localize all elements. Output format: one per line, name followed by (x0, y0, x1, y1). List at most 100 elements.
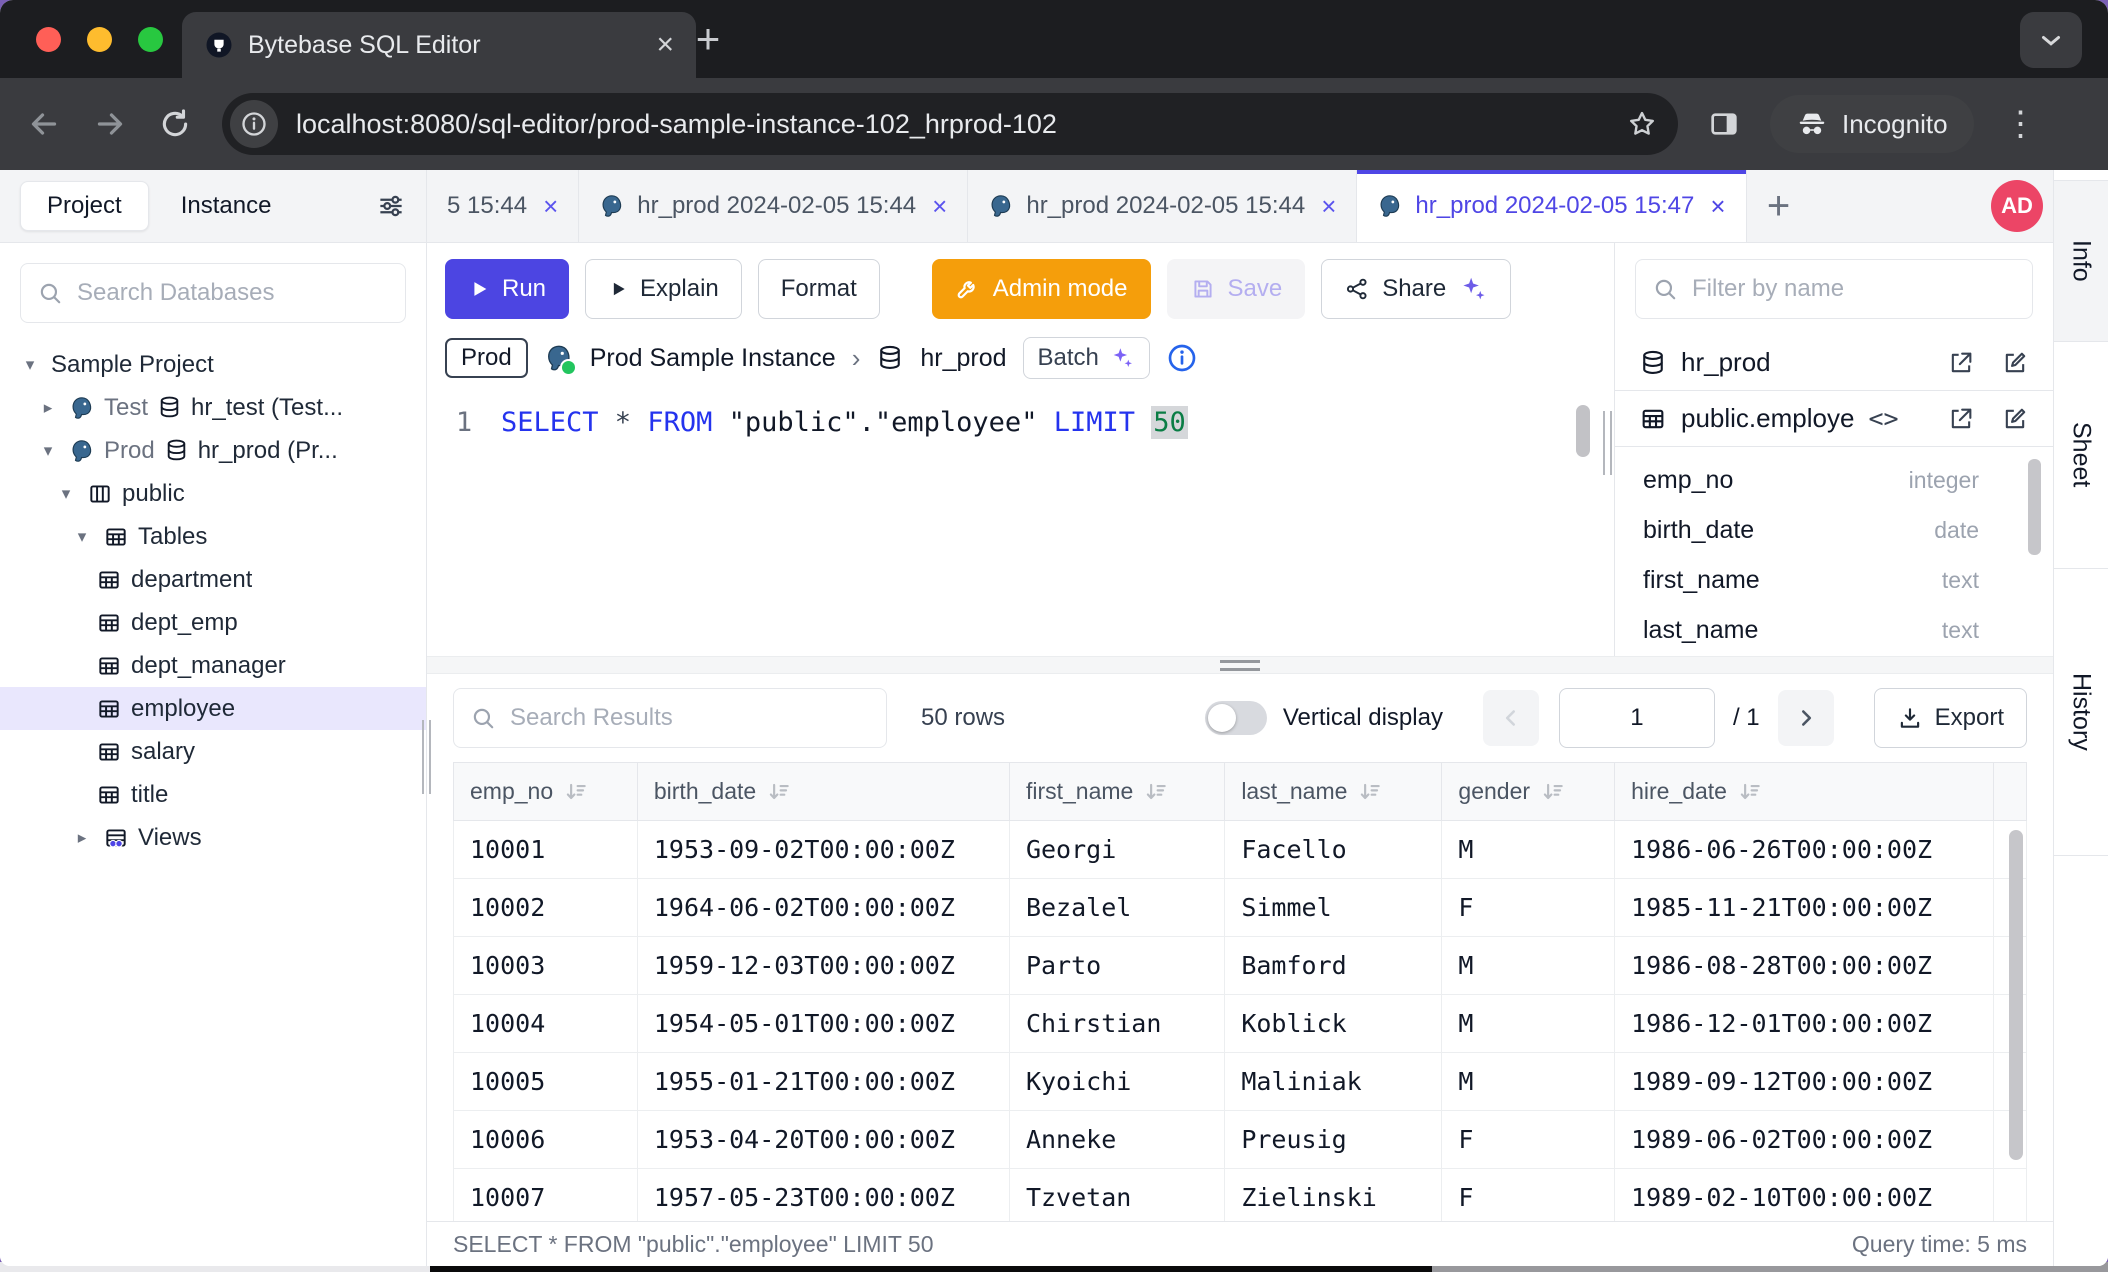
table-cell[interactable]: Facello (1225, 821, 1442, 879)
tree-item-dept-emp[interactable]: dept_emp (0, 601, 426, 644)
table-cell[interactable]: 1953-04-20T00:00:00Z (637, 1111, 1009, 1169)
horizontal-splitter[interactable] (427, 656, 2053, 674)
editor-tab[interactable]: 5 15:44× (427, 170, 579, 242)
column-row[interactable]: emp_nointeger (1615, 455, 2053, 505)
tree-item-hr-prod-pr-[interactable]: ▾Prodhr_prod (Pr... (0, 429, 426, 472)
close-tab-icon[interactable]: × (1710, 191, 1725, 222)
table-cell[interactable]: 10001 (454, 821, 638, 879)
table-cell[interactable]: Simmel (1225, 879, 1442, 937)
new-tab-button[interactable]: + (678, 10, 738, 68)
table-row[interactable]: 100031959-12-03T00:00:00ZPartoBamfordM19… (454, 937, 2027, 995)
table-cell[interactable]: 1986-12-01T00:00:00Z (1615, 995, 1994, 1053)
close-tab-icon[interactable]: × (1321, 191, 1336, 222)
sql-editor[interactable]: 1 SELECT * FROM "public"."employee" LIMI… (427, 395, 1614, 656)
column-header-gender[interactable]: gender (1442, 763, 1615, 821)
export-button[interactable]: Export (1874, 688, 2027, 748)
tree-settings-icon[interactable] (376, 191, 406, 221)
table-cell[interactable]: Preusig (1225, 1111, 1442, 1169)
table-cell[interactable]: Kyoichi (1009, 1053, 1224, 1111)
tree-item-salary[interactable]: salary (0, 730, 426, 773)
table-cell[interactable]: 1986-06-26T00:00:00Z (1615, 821, 1994, 879)
tree-item-title[interactable]: title (0, 773, 426, 816)
search-databases-input[interactable] (75, 278, 389, 308)
info-circle-icon[interactable] (1166, 342, 1198, 374)
caret-right-icon[interactable]: ▸ (36, 398, 60, 418)
view-code-icon[interactable]: <> (1868, 404, 1898, 433)
ai-sparkle-icon[interactable] (1458, 274, 1488, 304)
address-bar[interactable]: localhost:8080/sql-editor/prod-sample-in… (222, 93, 1678, 155)
sort-icon[interactable] (1357, 779, 1383, 805)
edit-icon[interactable] (2001, 405, 2029, 433)
table-cell[interactable]: M (1442, 821, 1615, 879)
sort-icon[interactable] (1737, 779, 1763, 805)
caret-down-icon[interactable]: ▾ (18, 355, 42, 375)
reload-button[interactable] (158, 107, 192, 141)
back-button[interactable] (26, 106, 62, 142)
table-cell[interactable]: Koblick (1225, 995, 1442, 1053)
table-cell[interactable]: Georgi (1009, 821, 1224, 879)
avatar[interactable]: AD (1991, 180, 2043, 232)
instance-name[interactable]: Prod Sample Instance (590, 344, 836, 373)
table-cell[interactable]: 1986-08-28T00:00:00Z (1615, 937, 1994, 995)
editor-tab[interactable]: hr_prod 2024-02-05 15:44× (579, 170, 968, 242)
column-row[interactable]: first_nametext (1615, 555, 2053, 605)
close-tab-icon[interactable]: × (932, 191, 947, 222)
tree-item-hr-test-test-[interactable]: ▸Testhr_test (Test... (0, 386, 426, 429)
tab-project[interactable]: Project (20, 181, 149, 231)
table-cell[interactable]: F (1442, 1111, 1615, 1169)
panel-resize-handle[interactable] (1603, 411, 1612, 475)
table-cell[interactable]: 1953-09-02T00:00:00Z (637, 821, 1009, 879)
batch-mode-chip[interactable]: Batch (1023, 337, 1150, 379)
run-button[interactable]: Run (445, 259, 569, 319)
close-tab-icon[interactable]: × (543, 191, 558, 222)
table-cell[interactable]: 1989-02-10T00:00:00Z (1615, 1169, 1994, 1222)
search-results-input[interactable] (508, 703, 870, 733)
table-row[interactable]: 100071957-05-23T00:00:00ZTzvetanZielinsk… (454, 1169, 2027, 1222)
page-number-input[interactable] (1559, 688, 1715, 748)
table-cell[interactable]: Bamford (1225, 937, 1442, 995)
column-row[interactable]: birth_datedate (1615, 505, 2053, 555)
caret-down-icon[interactable]: ▾ (70, 527, 94, 547)
table-scrollbar-thumb[interactable] (2009, 830, 2023, 1160)
sort-icon[interactable] (1540, 779, 1566, 805)
open-external-icon[interactable] (1947, 405, 1975, 433)
caret-right-icon[interactable]: ▸ (70, 828, 94, 848)
table-cell[interactable]: M (1442, 995, 1615, 1053)
open-external-icon[interactable] (1947, 349, 1975, 377)
close-tab-icon[interactable]: × (656, 30, 674, 60)
bookmark-star-icon[interactable] (1626, 108, 1658, 140)
table-cell[interactable]: 10005 (454, 1053, 638, 1111)
admin-mode-button[interactable]: Admin mode (932, 259, 1151, 319)
column-header-first_name[interactable]: first_name (1009, 763, 1224, 821)
table-row[interactable]: 100041954-05-01T00:00:00ZChirstianKoblic… (454, 995, 2027, 1053)
tree-item-dept-manager[interactable]: dept_manager (0, 644, 426, 687)
tree-item-views[interactable]: ▸Views (0, 816, 426, 859)
table-cell[interactable]: 1957-05-23T00:00:00Z (637, 1169, 1009, 1222)
column-header-hire_date[interactable]: hire_date (1615, 763, 1994, 821)
tree-item-public[interactable]: ▾public (0, 472, 426, 515)
tab-info[interactable]: Info (2054, 180, 2108, 342)
table-cell[interactable]: 1989-09-12T00:00:00Z (1615, 1053, 1994, 1111)
column-header-last_name[interactable]: last_name (1225, 763, 1442, 821)
share-button[interactable]: Share (1321, 259, 1511, 319)
table-cell[interactable]: 1959-12-03T00:00:00Z (637, 937, 1009, 995)
filter-box[interactable] (1635, 259, 2033, 319)
table-cell[interactable]: 1955-01-21T00:00:00Z (637, 1053, 1009, 1111)
table-cell[interactable]: 1989-06-02T00:00:00Z (1615, 1111, 1994, 1169)
column-row[interactable]: last_nametext (1615, 605, 2053, 655)
table-cell[interactable]: Parto (1009, 937, 1224, 995)
column-header-birth_date[interactable]: birth_date (637, 763, 1009, 821)
tab-sheet[interactable]: Sheet (2054, 342, 2108, 569)
table-cell[interactable]: 10004 (454, 995, 638, 1053)
table-cell[interactable]: Tzvetan (1009, 1169, 1224, 1222)
side-panel-icon[interactable] (1708, 108, 1740, 140)
forward-button[interactable] (92, 106, 128, 142)
table-row[interactable]: 100061953-04-20T00:00:00ZAnnekePreusigF1… (454, 1111, 2027, 1169)
tab-search-chevron-button[interactable] (2020, 12, 2082, 68)
database-search[interactable] (20, 263, 406, 323)
filter-by-name-input[interactable] (1690, 274, 2016, 304)
table-cell[interactable]: 10003 (454, 937, 638, 995)
tree-item-department[interactable]: department (0, 558, 426, 601)
new-sheet-button[interactable]: + (1747, 170, 1811, 242)
table-cell[interactable]: 10007 (454, 1169, 638, 1222)
